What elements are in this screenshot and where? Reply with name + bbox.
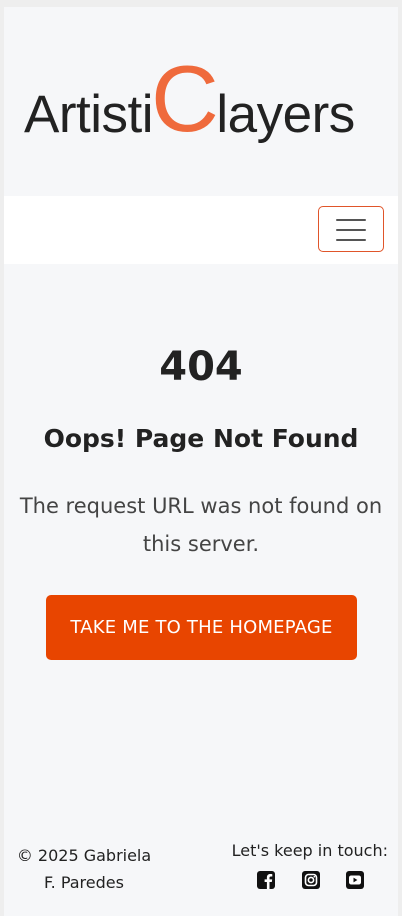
error-message: The request URL was not found on this se… [19, 494, 383, 556]
error-code: 404 [159, 344, 243, 390]
navbar [4, 196, 398, 264]
hamburger-icon [336, 218, 366, 242]
error-title: Oops! Page Not Found [43, 424, 359, 453]
page: ArtistiClayers 404 Oops! Page Not Found … [4, 7, 398, 916]
youtube-link[interactable] [345, 870, 367, 892]
facebook-icon [257, 871, 275, 889]
site-logo[interactable]: ArtistiClayers [4, 7, 398, 195]
instagram-link[interactable] [301, 870, 323, 892]
instagram-icon [302, 871, 320, 889]
logo-accent-letter: C [151, 46, 219, 151]
youtube-icon [346, 871, 364, 889]
facebook-link[interactable] [256, 870, 278, 892]
keep-in-touch-label: Let's keep in touch: [231, 841, 388, 860]
logo-wordmark[interactable]: ArtistiClayers [24, 52, 355, 146]
logo-text-start: Artisti [24, 85, 154, 144]
copyright-text: © 2025 Gabriela F. Paredes [16, 846, 152, 892]
navbar-toggle-button[interactable] [318, 206, 384, 252]
footer: © 2025 Gabriela F. Paredes Let's keep in… [4, 832, 398, 912]
homepage-button[interactable]: TAKE ME TO THE HOMEPAGE [46, 595, 357, 660]
logo-text-end: layers [216, 85, 355, 144]
